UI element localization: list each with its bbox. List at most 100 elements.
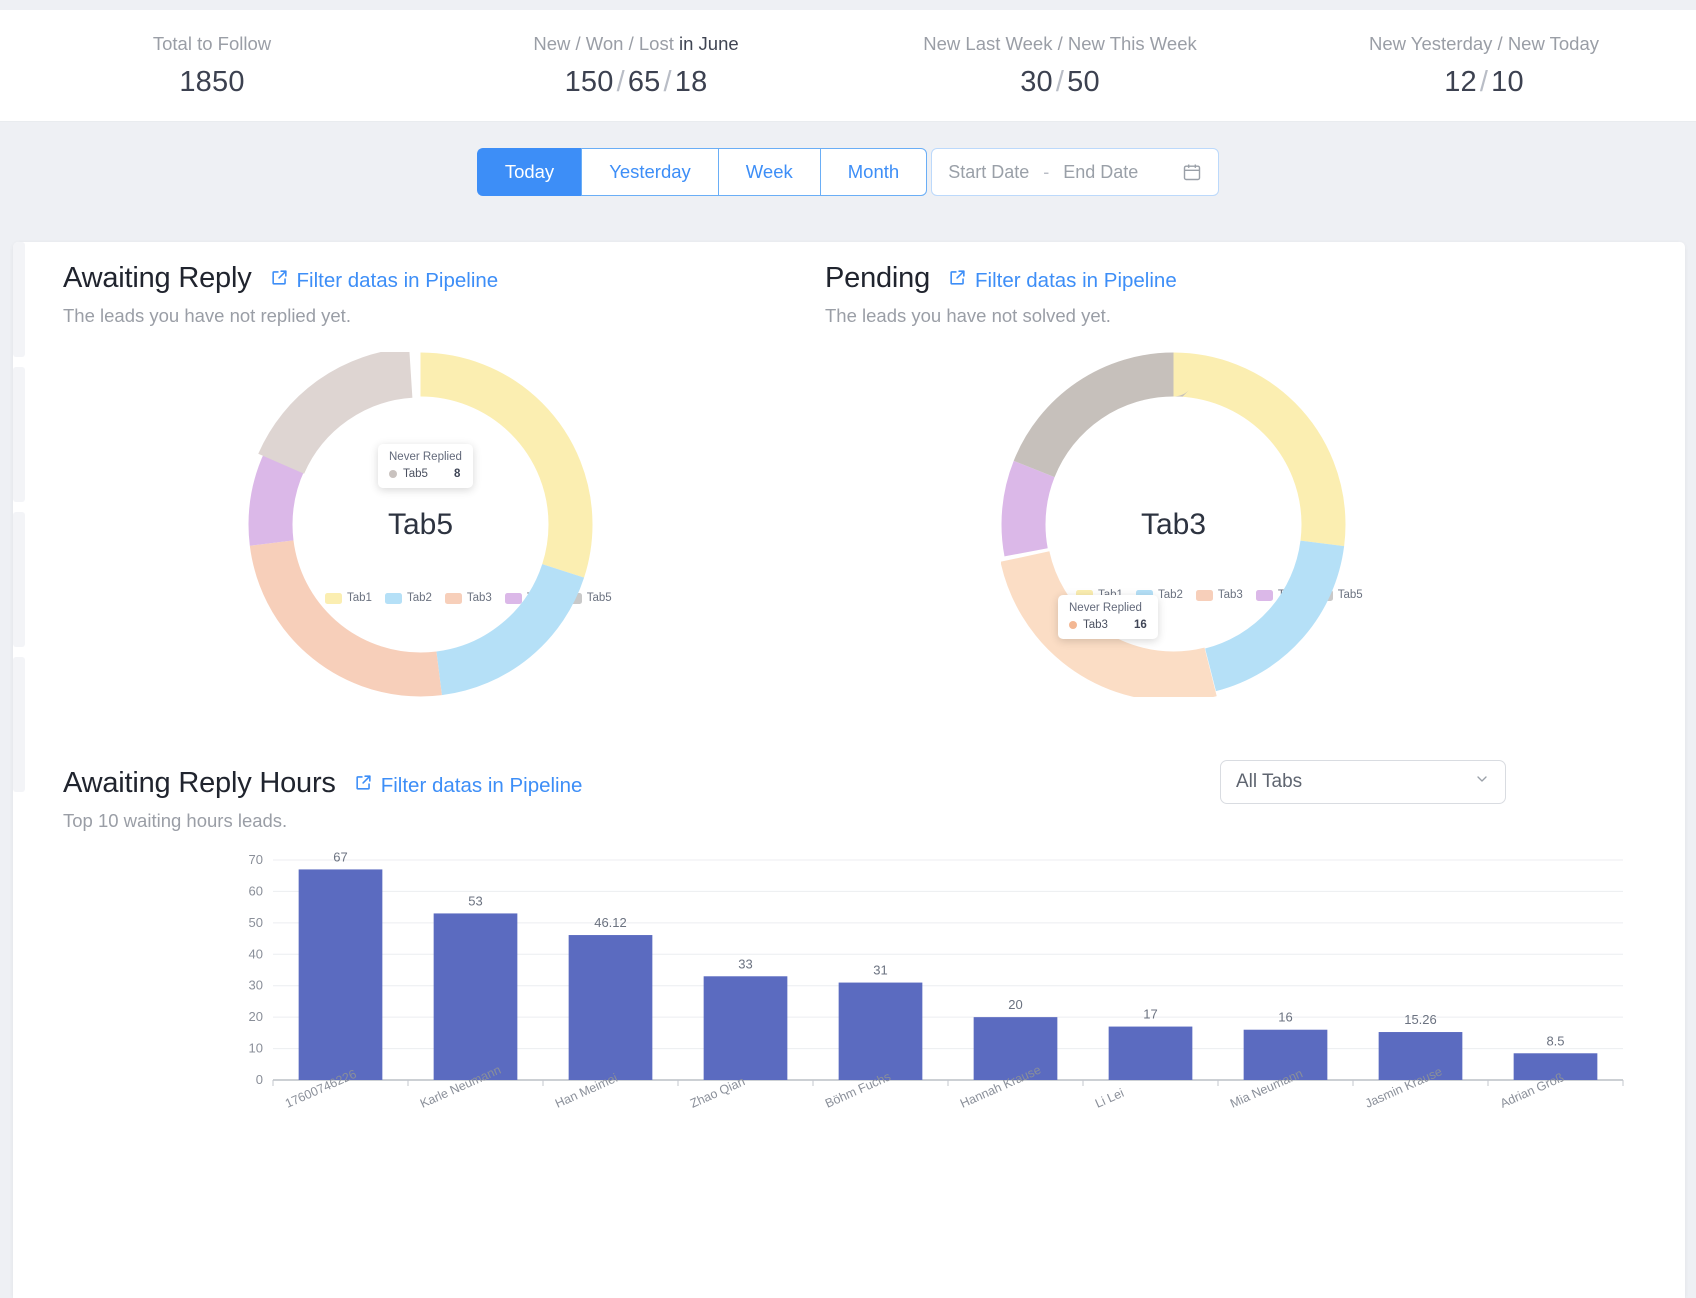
y-axis-tick-label: 20 <box>249 1009 263 1024</box>
date-range-segmented-control: Today Yesterday Week Month <box>476 148 928 196</box>
pending-center-label: Tab3 <box>1140 507 1207 541</box>
awaiting-reply-donut-chart[interactable]: Tab5 Never Replied Tab5 8 <box>248 352 593 697</box>
external-link-icon <box>948 268 967 293</box>
bar[interactable] <box>1108 1026 1193 1080</box>
pending-panel-header: Pending Filter datas in Pipeline The lea… <box>825 262 1177 327</box>
stat-new-won-lost: New / Won / Lost in June 150/65/18 <box>424 32 848 98</box>
y-axis-tick-label: 30 <box>249 978 263 993</box>
stat-label-month: in June <box>679 33 739 55</box>
bar[interactable] <box>433 913 518 1080</box>
calendar-icon[interactable] <box>1182 162 1202 182</box>
bar-value-label: 31 <box>873 963 887 978</box>
stat-label: Total to Follow <box>10 32 414 56</box>
stat-total-to-follow: Total to Follow 1850 <box>0 32 424 98</box>
pending-subtitle: The leads you have not solved yet. <box>825 305 1111 326</box>
bar-value-label: 8.5 <box>1546 1033 1564 1048</box>
tabs-filter-dropdown[interactable]: All Tabs <box>1220 760 1506 804</box>
chevron-down-icon <box>1474 771 1490 793</box>
stat-value-number: 1850 <box>179 65 245 98</box>
stat-value-last-week: 30 <box>1020 65 1053 98</box>
awaiting-reply-panel-header: Awaiting Reply Filter datas in Pipeline … <box>63 262 498 327</box>
stat-value-today: 10 <box>1491 65 1524 98</box>
stat-value-lost: 18 <box>674 65 708 98</box>
tooltip-series-name: Tab3 <box>1083 619 1108 631</box>
stat-value-this-week: 50 <box>1067 65 1100 98</box>
date-filter-toolbar: Today Yesterday Week Month Start Date - … <box>0 122 1696 222</box>
filter-yesterday-button[interactable]: Yesterday <box>581 148 718 196</box>
awaiting-hours-title: Awaiting Reply Hours <box>63 767 336 799</box>
tooltip-title: Never Replied <box>1069 602 1142 614</box>
stat-value: 1850 <box>10 66 414 99</box>
tooltip-series-dot <box>1069 621 1077 629</box>
bar-chart-svg: 0 10 20 30 40 50 60 70 67 53 46.12 33 31 20 17 16 15.26 8… <box>249 849 1624 1087</box>
bar[interactable] <box>973 1017 1058 1080</box>
tooltip-series-value: 8 <box>453 468 461 480</box>
y-axis-tick-label: 70 <box>249 852 263 867</box>
tooltip-series-dot <box>389 470 397 478</box>
y-axis-tick-label: 0 <box>256 1072 263 1087</box>
external-link-icon <box>270 268 289 293</box>
stat-label-text: Total to Follow <box>152 33 272 55</box>
awaiting-reply-title: Awaiting Reply <box>63 262 252 294</box>
end-date-input[interactable]: End Date <box>1063 162 1138 183</box>
stat-value: 30/50 <box>1020 65 1100 98</box>
left-rail-decoration <box>13 242 25 357</box>
awaiting-reply-tooltip: Never Replied Tab5 8 <box>378 444 473 488</box>
start-date-input[interactable]: Start Date <box>948 162 1029 183</box>
stat-value-new: 150 <box>564 65 614 98</box>
stat-new-last-week-this-week: New Last Week / New This Week 30/50 <box>848 32 1272 98</box>
pending-tooltip: Never Replied Tab3 16 <box>1058 595 1158 639</box>
bar-value-label: 46.12 <box>594 915 627 930</box>
bar-value-label: 17 <box>1143 1007 1157 1022</box>
filter-today-button[interactable]: Today <box>476 148 582 196</box>
filter-month-button[interactable]: Month <box>819 148 928 196</box>
tooltip-title: Never Replied <box>389 451 462 463</box>
awaiting-reply-pipeline-link[interactable]: Filter datas in Pipeline <box>270 268 499 293</box>
awaiting-hours-pipeline-link[interactable]: Filter datas in Pipeline <box>354 773 583 798</box>
tooltip-series-value: 16 <box>1133 619 1147 631</box>
y-axis-tick-label: 10 <box>249 1041 263 1056</box>
pending-pipeline-link[interactable]: Filter datas in Pipeline <box>948 268 1177 293</box>
stat-label-text: New / Won / Lost <box>533 33 679 55</box>
awaiting-reply-pipeline-link-label: Filter datas in Pipeline <box>296 268 499 292</box>
tabs-filter-value: All Tabs <box>1236 771 1303 792</box>
pending-donut-chart[interactable]: Tab3 Never Replied Tab3 16 <box>1001 352 1346 697</box>
bar[interactable] <box>298 869 383 1080</box>
left-rail-decoration <box>13 512 25 647</box>
bar[interactable] <box>703 976 788 1080</box>
bar-value-label: 20 <box>1008 997 1022 1012</box>
external-link-icon <box>354 773 373 798</box>
stat-label: New / Won / Lost in June <box>434 32 838 56</box>
stat-value: 12/10 <box>1444 65 1524 98</box>
awaiting-hours-subtitle: Top 10 waiting hours leads. <box>63 810 288 831</box>
summary-stats-bar: Total to Follow 1850 New / Won / Lost in… <box>0 10 1696 122</box>
bar-value-label: 15.26 <box>1404 1012 1437 1027</box>
stat-label: New Yesterday / New Today <box>1282 32 1686 56</box>
left-rail-decoration <box>13 657 25 792</box>
bar[interactable] <box>838 982 923 1080</box>
awaiting-reply-center-label: Tab5 <box>387 507 454 541</box>
dashboard-card: Awaiting Reply Filter datas in Pipeline … <box>13 242 1685 1298</box>
awaiting-hours-pipeline-link-label: Filter datas in Pipeline <box>380 773 583 797</box>
stat-label: New Last Week / New This Week <box>858 32 1262 56</box>
awaiting-hours-panel-header: Awaiting Reply Hours Filter datas in Pip… <box>63 767 582 832</box>
awaiting-reply-subtitle: The leads you have not replied yet. <box>63 305 351 326</box>
pending-title: Pending <box>825 262 931 294</box>
bar-value-label: 53 <box>468 893 482 908</box>
stat-value: 150/65/18 <box>564 65 708 98</box>
date-range-dash: - <box>1043 161 1050 182</box>
pending-pipeline-link-label: Filter datas in Pipeline <box>975 268 1177 292</box>
bar[interactable] <box>568 935 653 1080</box>
y-axis-tick-label: 50 <box>249 915 263 930</box>
filter-week-button[interactable]: Week <box>717 148 820 196</box>
y-axis-tick-label: 60 <box>249 883 263 898</box>
tooltip-series-name: Tab5 <box>403 468 428 480</box>
left-rail-decoration <box>13 367 25 502</box>
y-axis-tick-label: 40 <box>249 946 263 961</box>
date-range-picker[interactable]: Start Date - End Date <box>931 148 1220 196</box>
awaiting-hours-bar-chart[interactable]: 0 10 20 30 40 50 60 70 67 53 46.12 33 31 20 17 16 15.26 8… <box>13 842 1685 1111</box>
bar-value-label: 33 <box>738 956 752 971</box>
stat-label-text: New Last Week / New This Week <box>923 33 1197 55</box>
stat-new-yesterday-today: New Yesterday / New Today 12/10 <box>1272 32 1696 98</box>
stat-value-won: 65 <box>627 65 661 98</box>
